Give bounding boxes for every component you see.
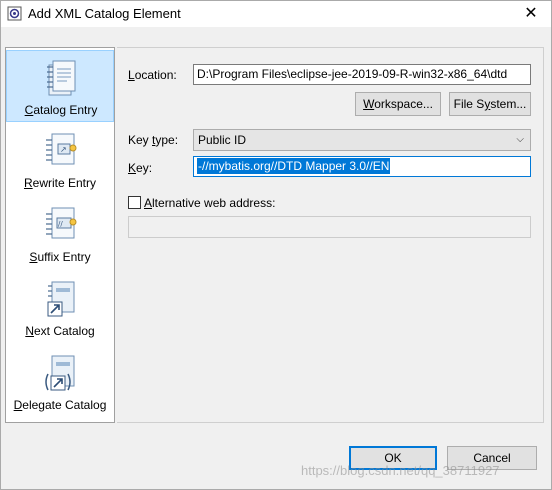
rewrite-entry-icon: ↗ — [46, 133, 77, 165]
location-label: Location: — [128, 68, 177, 82]
catalog-entry-icon — [47, 60, 76, 96]
close-icon[interactable]: ✕ — [511, 1, 551, 27]
delegate-catalog-icon — [45, 355, 75, 391]
window-title: Add XML Catalog Element — [28, 6, 181, 21]
alternative-web-address-checkbox[interactable] — [128, 196, 141, 209]
sidebar-item-catalog-entry[interactable]: Catalog Entry — [6, 50, 114, 122]
element-type-list: Catalog Entry ↗ Rewrite Entry // Suffix … — [5, 47, 115, 423]
sidebar-item-next-catalog[interactable]: Next Catalog — [6, 272, 114, 344]
key-type-label: Key type: — [128, 133, 179, 147]
suffix-entry-icon: // — [46, 207, 77, 239]
sidebar-item-label: Suffix Entry — [29, 250, 91, 264]
sidebar-item-rewrite-entry[interactable]: ↗ Rewrite Entry — [6, 124, 114, 196]
location-input[interactable]: D:\Program Files\eclipse-jee-2019-09-R-w… — [193, 64, 531, 85]
dialog-window: Add XML Catalog Element ✕ Catalog Entry — [0, 0, 552, 490]
sidebar-item-label: Rewrite Entry — [23, 176, 97, 190]
next-catalog-icon — [47, 281, 75, 317]
sidebar-item-label: Next Catalog — [25, 324, 95, 338]
key-type-value: Public ID — [198, 133, 247, 147]
key-type-select[interactable]: Public ID ⌵ — [193, 129, 531, 151]
file-system-button[interactable]: File System... — [449, 92, 531, 116]
sidebar-item-label: Delegate Catalog — [13, 398, 107, 412]
chevron-down-icon: ⌵ — [516, 134, 524, 145]
watermark-text: https://blog.csdn.net/qq_38711927 — [301, 463, 500, 478]
sidebar-item-delegate-catalog[interactable]: Delegate Catalog — [6, 346, 114, 418]
alternative-web-address-input — [128, 216, 531, 238]
alternative-web-address-label: Alternative web address: — [144, 196, 276, 210]
key-input[interactable]: -//mybatis.org//DTD Mapper 3.0//EN — [193, 156, 531, 177]
title-bar: Add XML Catalog Element ✕ — [1, 1, 551, 27]
key-label: Key: — [128, 161, 153, 175]
key-value-selection: -//mybatis.org//DTD Mapper 3.0//EN — [197, 158, 391, 174]
svg-text://: // — [58, 220, 63, 228]
workspace-button[interactable]: Workspace... — [355, 92, 441, 116]
eclipse-app-icon — [7, 6, 22, 21]
svg-text:↗: ↗ — [60, 145, 67, 154]
entry-form-panel: Location: D:\Program Files\eclipse-jee-2… — [117, 47, 544, 423]
sidebar-item-suffix-entry[interactable]: // Suffix Entry — [6, 198, 114, 270]
sidebar-item-label: Catalog Entry — [24, 103, 98, 117]
